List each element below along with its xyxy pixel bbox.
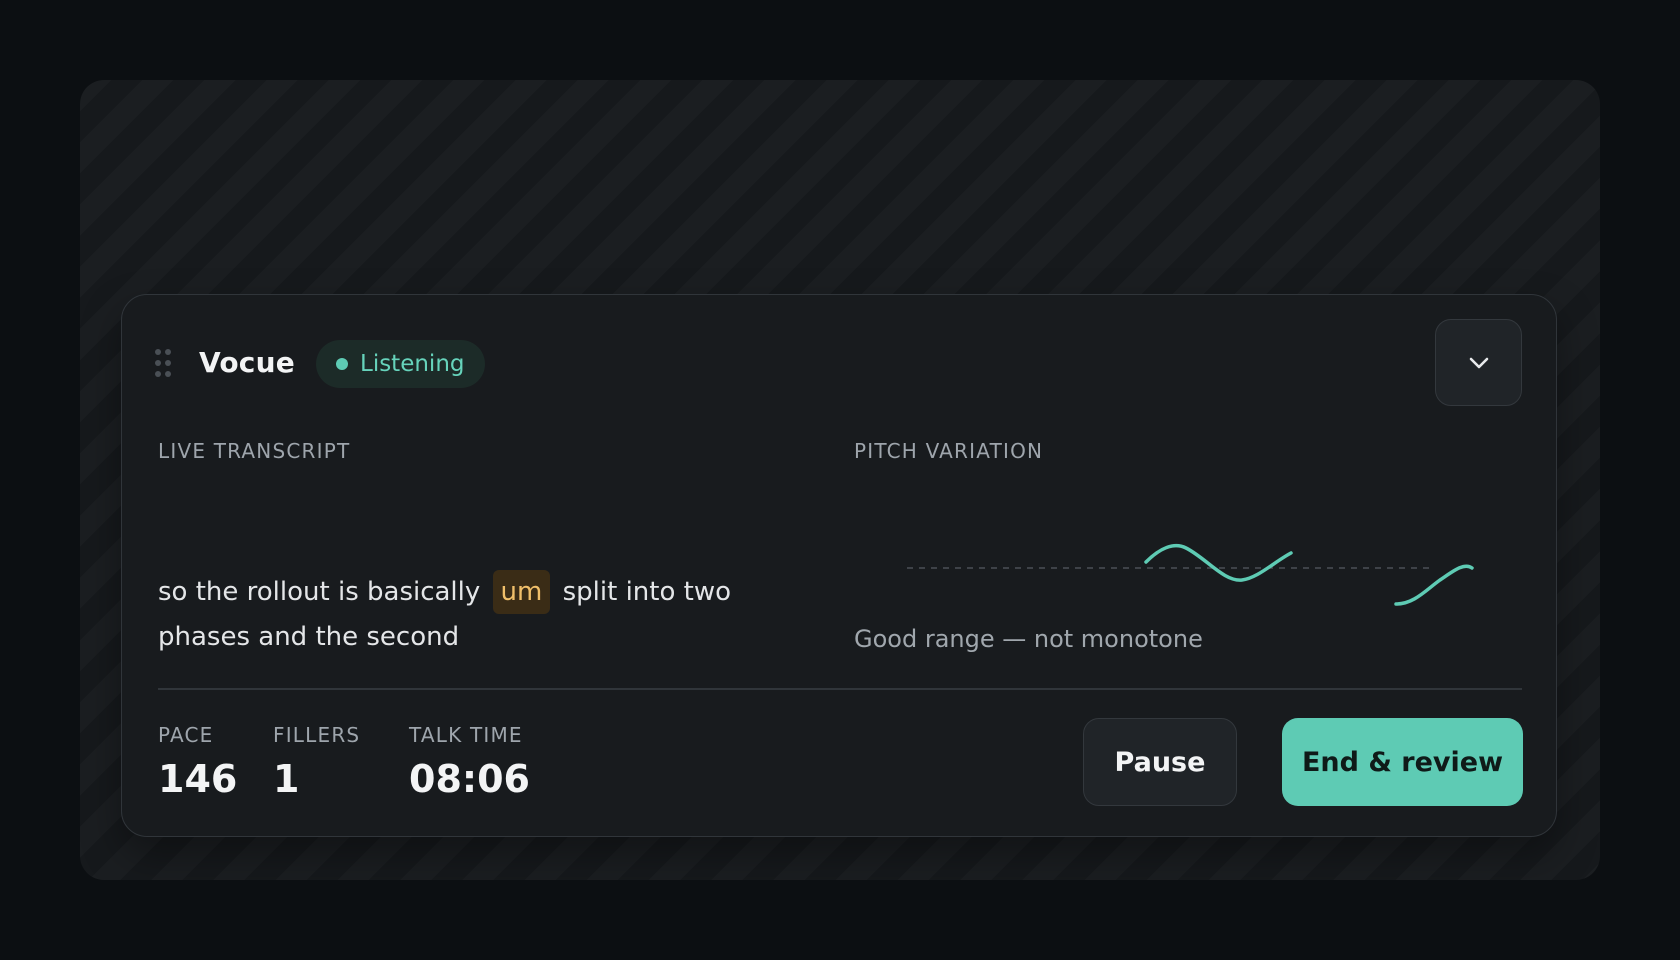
fillers-value: 1: [273, 757, 300, 801]
collapse-button[interactable]: [1435, 319, 1522, 406]
app-backdrop: Vocue Listening LIVE TRANSCRIPT PITCH VA…: [80, 80, 1600, 880]
coach-widget: Vocue Listening LIVE TRANSCRIPT PITCH VA…: [121, 294, 1557, 837]
pitch-variation-chart: [907, 543, 1474, 606]
pitch-caption: Good range — not monotone: [854, 625, 1203, 653]
pitch-curve-segment: [1144, 543, 1293, 582]
status-badge: Listening: [316, 340, 485, 388]
fillers-label: FILLERS: [273, 723, 361, 747]
drag-handle-icon[interactable]: [155, 349, 171, 381]
divider: [158, 688, 1522, 690]
fillers-stat: FILLERS 1: [273, 723, 360, 803]
status-text: Listening: [360, 351, 465, 377]
transcript-label: LIVE TRANSCRIPT: [158, 439, 351, 463]
talk-time-value: 08:06: [409, 757, 530, 801]
pitch-label: PITCH VARIATION: [854, 439, 1044, 463]
app-title: Vocue: [199, 346, 295, 379]
talk-time-label: TALK TIME: [409, 723, 523, 747]
live-transcript: so the rollout is basically um split int…: [158, 570, 828, 660]
chevron-down-icon: [1469, 357, 1488, 368]
talk-time-stat: TALK TIME 08:06: [409, 723, 530, 803]
end-review-button[interactable]: End & review: [1282, 718, 1523, 806]
pace-stat: PACE 146: [158, 723, 237, 803]
pause-button[interactable]: Pause: [1083, 718, 1237, 806]
filler-word-highlight: um: [492, 570, 551, 614]
pace-value: 146: [158, 757, 238, 801]
transcript-text: so the rollout is basically: [158, 577, 481, 607]
pace-label: PACE: [158, 723, 214, 747]
status-dot-icon: [336, 358, 348, 370]
pitch-curve-segment-2: [1394, 564, 1474, 606]
